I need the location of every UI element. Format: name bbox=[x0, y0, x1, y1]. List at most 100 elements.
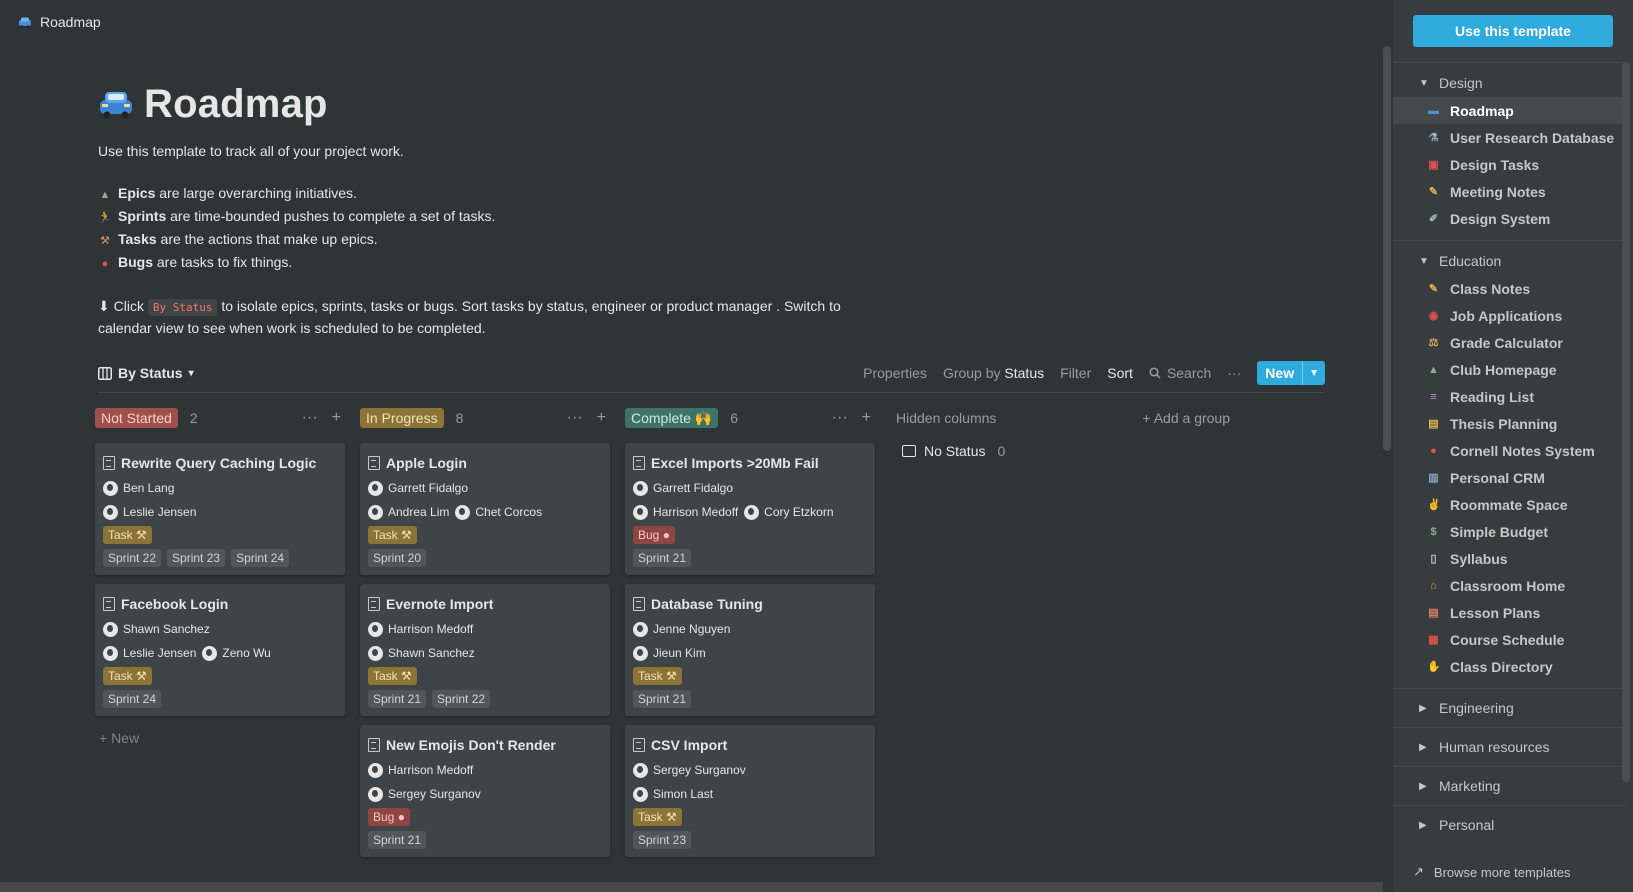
add-group-button[interactable]: + Add a group bbox=[1142, 410, 1230, 426]
status-badge[interactable]: Complete 🙌 bbox=[625, 408, 719, 428]
sidebar-item[interactable]: ▲ Club Homepage bbox=[1393, 356, 1625, 383]
sidebar-item[interactable]: ✎ Class Notes bbox=[1393, 275, 1625, 302]
backpack-icon: ▣ bbox=[1428, 159, 1439, 171]
sort-button[interactable]: Sort bbox=[1107, 365, 1133, 381]
sidebar-item[interactable]: ≡ Reading List bbox=[1393, 383, 1625, 410]
chevron-down-icon[interactable]: ▼ bbox=[1302, 361, 1325, 385]
board-card[interactable]: New Emojis Don't Render Harrison Medoff Se… bbox=[360, 725, 610, 857]
bug-icon: ● bbox=[394, 810, 405, 824]
card-list: Excel Imports >20Mb Fail Garrett Fidalgo H… bbox=[625, 443, 875, 857]
legend-tasks: ⚒ Tasks are the actions that make up epic… bbox=[98, 229, 1328, 252]
sidebar-item[interactable]: ✐ Design System bbox=[1393, 205, 1625, 232]
board-card[interactable]: Apple Login Garrett Fidalgo Andrea Lim Chet… bbox=[360, 443, 610, 575]
sidebar-item[interactable]: ▬ Roadmap bbox=[1393, 97, 1625, 124]
search-icon bbox=[1149, 367, 1161, 379]
status-badge[interactable]: Not Started bbox=[95, 408, 178, 428]
sidebar-item[interactable]: ▦ Course Schedule bbox=[1393, 626, 1625, 653]
type-badge: Task ⚒ bbox=[633, 667, 682, 685]
board-card[interactable]: Database Tuning Jenne Nguyen Jieun Kim Task… bbox=[625, 584, 875, 716]
search-button[interactable]: Search bbox=[1149, 365, 1211, 381]
board-card[interactable]: Evernote Import Harrison Medoff Shawn Sanc… bbox=[360, 584, 610, 716]
board-card[interactable]: Facebook Login Shawn Sanchez Leslie Jensen… bbox=[95, 584, 345, 716]
breadcrumb[interactable]: Roadmap bbox=[18, 14, 101, 30]
sprint-tag: Sprint 22 bbox=[103, 549, 162, 567]
new-button[interactable]: New bbox=[1257, 361, 1302, 385]
page-content: Roadmap Use this template to track all o… bbox=[98, 82, 1328, 339]
person: Leslie Jensen bbox=[103, 645, 196, 661]
filter-button[interactable]: Filter bbox=[1060, 365, 1091, 381]
sprint-tags: Sprint 21 bbox=[633, 690, 867, 708]
plus-icon[interactable]: + bbox=[332, 409, 341, 427]
no-status-label: No Status bbox=[924, 443, 986, 459]
sidebar-section-header[interactable]: ▶ Human resources bbox=[1393, 733, 1625, 761]
add-new-card-button[interactable]: + New bbox=[95, 730, 345, 746]
person-name: Harrison Medoff bbox=[653, 505, 739, 519]
sprint-tags: Sprint 21 bbox=[368, 831, 602, 849]
sidebar-item-label: Job Applications bbox=[1450, 307, 1563, 324]
board-icon bbox=[98, 366, 112, 380]
card-title: Evernote Import bbox=[368, 594, 602, 614]
sidebar-item[interactable]: ⚖ Grade Calculator bbox=[1393, 329, 1625, 356]
sidebar-item[interactable]: ⚗ User Research Database bbox=[1393, 124, 1625, 151]
status-badge[interactable]: In Progress bbox=[360, 408, 444, 428]
person: Ben Lang bbox=[103, 480, 174, 496]
page-icon bbox=[368, 738, 380, 752]
sidebar-item[interactable]: ✎ Meeting Notes bbox=[1393, 178, 1625, 205]
board: Not Started 2 ··· + Rewrite Query Caching Lo… bbox=[95, 405, 1230, 857]
board-card[interactable]: Rewrite Query Caching Logic Ben Lang Lesli… bbox=[95, 443, 345, 575]
sidebar-section-header[interactable]: ▼ Education bbox=[1393, 247, 1625, 275]
page-icon bbox=[633, 597, 645, 611]
no-status-column[interactable]: No Status 0 bbox=[896, 443, 1230, 459]
sidebar-item[interactable]: ▤ Thesis Planning bbox=[1393, 410, 1625, 437]
more-icon[interactable]: ··· bbox=[832, 409, 848, 427]
plus-icon[interactable]: + bbox=[597, 409, 606, 427]
browse-templates-link[interactable]: ↗ Browse more templates bbox=[1413, 864, 1570, 880]
triangle-right-icon: ▶ bbox=[1419, 819, 1427, 831]
card-title: Rewrite Query Caching Logic bbox=[103, 453, 337, 473]
view-selector[interactable]: By Status ▾ bbox=[98, 365, 194, 381]
sprint-tag: Sprint 21 bbox=[368, 831, 427, 849]
sidebar-section-header[interactable]: ▶ Engineering bbox=[1393, 694, 1625, 722]
sidebar-item[interactable]: ▥ Personal CRM bbox=[1393, 464, 1625, 491]
more-options-button[interactable]: ··· bbox=[1227, 365, 1241, 381]
sidebar-item[interactable]: $ Simple Budget bbox=[1393, 518, 1625, 545]
sidebar-item[interactable]: ▯ Syllabus bbox=[1393, 545, 1625, 572]
school-icon: ⌂ bbox=[1430, 579, 1437, 592]
sidebar-section-header[interactable]: ▼ Design bbox=[1393, 69, 1625, 97]
sidebar-item[interactable]: ⌂ Classroom Home bbox=[1393, 572, 1625, 599]
sidebar-item-label: Club Homepage bbox=[1450, 361, 1557, 378]
sidebar-section-header[interactable]: ▶ Personal bbox=[1393, 811, 1625, 839]
sprint-tag: Sprint 24 bbox=[231, 549, 290, 567]
sidebar-item[interactable]: ▤ Lesson Plans bbox=[1393, 599, 1625, 626]
sidebar-section-header[interactable]: ▶ Marketing bbox=[1393, 772, 1625, 800]
sidebar-item[interactable]: ◉ Job Applications bbox=[1393, 302, 1625, 329]
sidebar-item[interactable]: ● Cornell Notes System bbox=[1393, 437, 1625, 464]
board-card[interactable]: CSV Import Sergey Surganov Simon Last Task … bbox=[625, 725, 875, 857]
main-scrollbar[interactable] bbox=[1383, 46, 1391, 451]
person: Cory Etzkorn bbox=[744, 504, 834, 520]
sidebar-item[interactable]: ▣ Design Tasks bbox=[1393, 151, 1625, 178]
horizontal-scrollbar[interactable] bbox=[0, 882, 1383, 892]
sidebar-scrollbar[interactable] bbox=[1622, 62, 1630, 782]
more-icon[interactable]: ··· bbox=[302, 409, 318, 427]
sprint-tag: Sprint 22 bbox=[432, 690, 491, 708]
sidebar-item[interactable]: ✋ Class Directory bbox=[1393, 653, 1625, 680]
bug-icon: ● bbox=[101, 258, 109, 270]
person: Sergey Surganov bbox=[633, 762, 746, 778]
notebook-icon: ▤ bbox=[1428, 418, 1439, 430]
breadcrumb-label: Roadmap bbox=[40, 14, 101, 30]
use-template-button[interactable]: Use this template bbox=[1413, 15, 1613, 47]
sidebar-item[interactable]: ✌ Roommate Space bbox=[1393, 491, 1625, 518]
properties-button[interactable]: Properties bbox=[863, 365, 927, 381]
people-row: Sergey Surganov bbox=[368, 785, 602, 803]
type-badge: Task ⚒ bbox=[368, 667, 417, 685]
group-by-button[interactable]: Group by Status bbox=[943, 365, 1044, 381]
type-badge: Bug ● bbox=[633, 526, 675, 544]
board-card[interactable]: Excel Imports >20Mb Fail Garrett Fidalgo H… bbox=[625, 443, 875, 575]
board-column: Complete 🙌 6 ··· + Excel Imports >20Mb Fail G… bbox=[625, 405, 875, 857]
sidebar-item-label: Class Directory bbox=[1450, 658, 1553, 675]
more-icon[interactable]: ··· bbox=[567, 409, 583, 427]
sidebar-item-label: Design System bbox=[1450, 210, 1551, 227]
person-name: Chet Corcos bbox=[475, 505, 543, 519]
plus-icon[interactable]: + bbox=[862, 409, 871, 427]
